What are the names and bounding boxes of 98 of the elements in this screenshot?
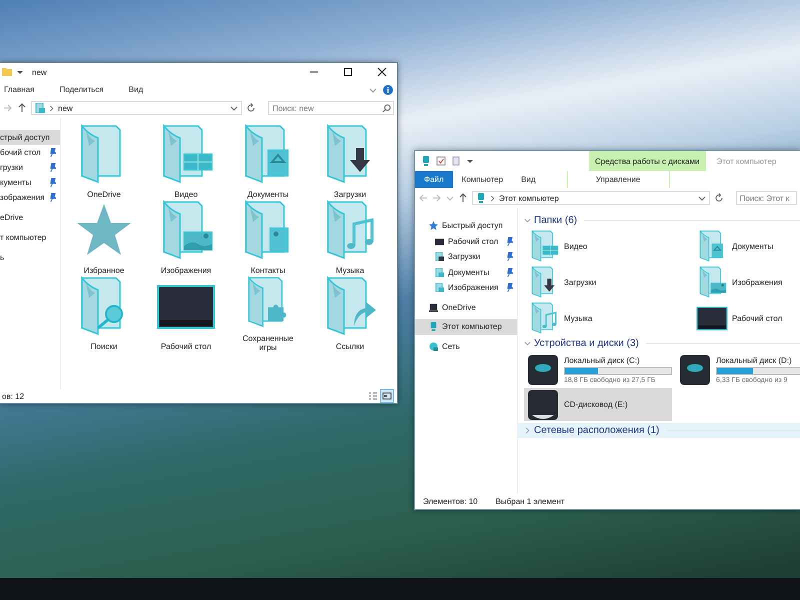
folder-label[interactable]: Документы (233, 190, 303, 199)
caret-icon[interactable] (16, 68, 24, 76)
file-menu-button[interactable]: Файл (415, 171, 453, 188)
sidebar-item[interactable]: OneDrive (415, 300, 517, 315)
dropdown-icon[interactable] (698, 194, 706, 202)
status-text: ов: 12 (2, 392, 24, 400)
computer-icon[interactable] (421, 156, 431, 166)
screen-icon (435, 236, 444, 246)
sidebar-item[interactable]: Сеть (415, 338, 517, 354)
chevron-icon (490, 194, 495, 202)
search-field[interactable]: Поиск: new (268, 101, 394, 115)
up-arrow-icon[interactable] (17, 103, 27, 113)
pc-icon (429, 322, 438, 332)
folder-label[interactable]: Музыка (315, 266, 385, 275)
folder-label[interactable]: Рабочий стол (732, 314, 782, 322)
folder-icon (35, 103, 45, 113)
chevron-icon[interactable] (369, 86, 377, 94)
group-header[interactable]: Папки (6) (518, 213, 800, 228)
back-arrow-icon[interactable] (418, 193, 428, 203)
up-arrow-icon[interactable] (458, 193, 468, 203)
group-header[interactable]: Устройства и диски (3) (518, 336, 800, 351)
properties-icon[interactable] (436, 156, 446, 166)
ribbon-tab[interactable]: Управление (566, 171, 670, 188)
folder-icon (435, 252, 444, 262)
group-header[interactable]: Сетевые расположения (1) (518, 423, 800, 438)
network-icon (429, 342, 438, 351)
search-field[interactable]: Поиск: Этот к (736, 191, 797, 205)
sidebar-item[interactable]: Загрузки (415, 249, 517, 264)
drive-name: CD-дисковод (E:) (564, 400, 628, 409)
address-bar[interactable]: Этот компьютер (472, 191, 710, 205)
chevron-icon[interactable] (524, 340, 531, 347)
folder-label[interactable]: Видео (564, 242, 588, 250)
address-path: new (58, 104, 73, 112)
drive-name: Локальный диск (D:) (716, 356, 793, 364)
context-tab-header: Средства работы с дисками (589, 151, 706, 171)
sidebar-item[interactable]: Изображения (415, 280, 517, 296)
folder-label[interactable]: Рабочий стол (151, 342, 221, 351)
sidebar-item[interactable]: стрый доступ (0, 130, 60, 145)
status-text: Выбран 1 элемент (496, 497, 565, 506)
folder-label[interactable]: Документы (732, 242, 774, 250)
help-icon[interactable] (383, 84, 393, 94)
folder-label[interactable]: Музыка (564, 314, 592, 322)
sidebar-item[interactable]: Документы (415, 264, 517, 280)
address-path: Этот компьютер (499, 194, 559, 202)
ribbon-tab[interactable]: Поделиться (55, 81, 113, 98)
ribbon-tab[interactable]: Компьютер (452, 171, 512, 188)
window-title: new (32, 68, 47, 76)
folder-label[interactable]: Видео (151, 190, 221, 199)
address-bar[interactable]: new (31, 101, 242, 115)
folder-label[interactable]: Изображения (732, 278, 782, 286)
status-text: Элементов: 10 (423, 497, 478, 506)
sidebar-item[interactable]: т компьютер (0, 230, 60, 245)
ribbon-tab[interactable]: Главная (0, 81, 44, 98)
folder-icon (435, 268, 444, 277)
sidebar-item[interactable]: зображения (0, 190, 60, 205)
folder-label[interactable]: Контакты (233, 266, 303, 275)
chevron-icon (49, 104, 54, 112)
caret-icon[interactable] (466, 157, 474, 165)
folder-label[interactable]: Загрузки (564, 278, 596, 286)
sidebar-item[interactable]: бочий стол (0, 145, 60, 160)
disc-drive-icon (526, 388, 560, 420)
forward-arrow-icon[interactable] (432, 193, 442, 203)
ribbon-tab[interactable]: Вид (124, 81, 152, 98)
folder-label[interactable]: Загрузки (315, 190, 385, 199)
sidebar-item[interactable]: Этот компьютер (415, 319, 517, 334)
folder-label[interactable]: Изображения (151, 266, 221, 275)
folder-label[interactable]: Сохраненные игры (233, 334, 303, 352)
folder-label[interactable]: Ссылки (315, 342, 385, 351)
sidebar-item[interactable]: Быстрый доступ (415, 218, 517, 234)
folder-label[interactable]: Поиски (69, 342, 139, 351)
chevron-icon[interactable] (524, 217, 531, 224)
search-icon (382, 104, 391, 112)
window-title: Этот компьютер (716, 156, 776, 166)
folder-icon (435, 283, 444, 292)
drive-tile[interactable]: CD-дисковод (E:) (524, 388, 672, 421)
refresh-icon[interactable] (246, 103, 256, 113)
refresh-icon[interactable] (714, 193, 724, 203)
sidebar-item[interactable]: Рабочий стол (415, 234, 517, 249)
chevron-icon[interactable] (524, 427, 531, 434)
star-icon (429, 221, 438, 230)
new-folder-icon[interactable] (451, 156, 461, 166)
forward-arrow-icon[interactable] (3, 103, 13, 113)
computer-icon (476, 193, 486, 203)
hard-drive-icon (526, 354, 560, 386)
maximize-icon[interactable] (343, 67, 353, 77)
large-icons-view-icon[interactable] (381, 390, 393, 402)
sidebar-item[interactable]: eDrive (0, 210, 60, 225)
details-view-icon[interactable] (367, 390, 379, 402)
hard-drive-icon (678, 354, 712, 386)
folder-label[interactable]: Избранное (69, 266, 139, 275)
sidebar-item[interactable]: грузки (0, 160, 60, 175)
folder-label[interactable]: OneDrive (69, 190, 139, 199)
close-icon[interactable] (377, 67, 387, 77)
sidebar-item[interactable]: кументы (0, 175, 60, 190)
sidebar-item[interactable]: ь (0, 250, 60, 265)
ribbon-tab[interactable]: Вид (512, 171, 545, 188)
drive-name: Локальный диск (C:) (564, 356, 641, 364)
dropdown-icon[interactable] (230, 104, 238, 112)
